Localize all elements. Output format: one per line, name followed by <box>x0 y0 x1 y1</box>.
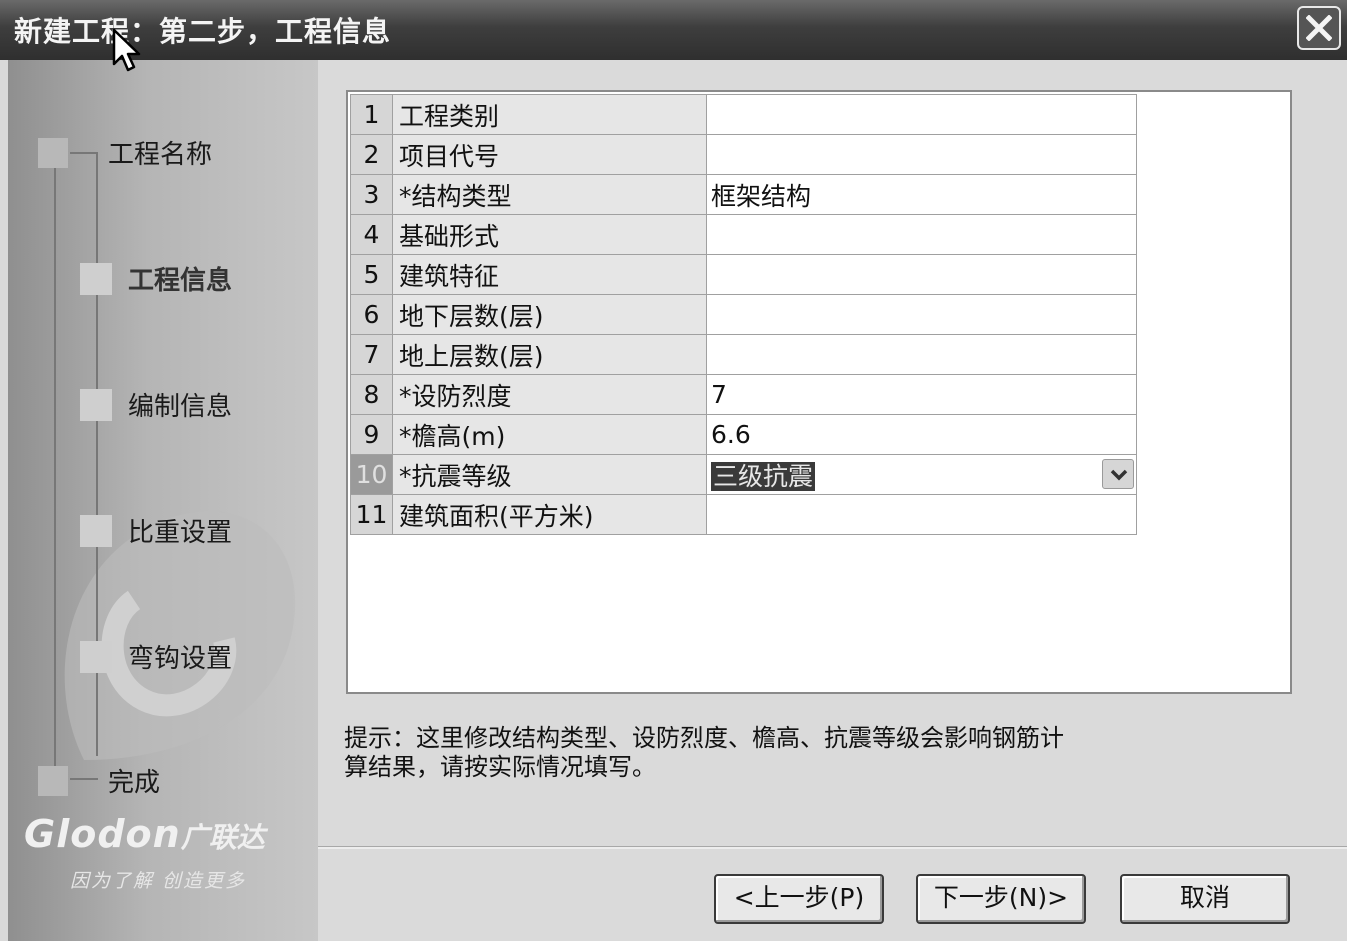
property-value-cell[interactable] <box>706 494 1137 535</box>
property-name: 地下层数(层) <box>392 294 707 335</box>
step-marker <box>38 137 68 168</box>
content-area: 1 工程类别 2 项目代号 3 *结构类型 框架结构 4 基础形式 5 建筑特征 6 地下层数(层) 7 地… <box>318 60 1347 941</box>
step-project-info: 工程信息 <box>80 260 232 297</box>
separator <box>318 846 1347 849</box>
glodon-logo: Glodon广联达 <box>24 812 265 856</box>
row-number: 9 <box>350 414 393 455</box>
row-number: 3 <box>350 174 393 215</box>
grid-row[interactable]: 7 地上层数(层) <box>350 334 1137 375</box>
step-marker <box>38 765 68 796</box>
property-value-cell[interactable] <box>706 294 1137 335</box>
property-value-cell[interactable]: 三级抗震 <box>706 454 1137 495</box>
hint-line-2: 算结果，请按实际情况填写。 <box>344 753 656 781</box>
row-number: 2 <box>350 134 393 175</box>
row-number: 5 <box>350 254 393 295</box>
next-button[interactable]: 下一步(N)> <box>916 874 1086 924</box>
property-name: 地上层数(层) <box>392 334 707 375</box>
dropdown-button[interactable] <box>1102 459 1134 489</box>
property-name: 建筑面积(平方米) <box>392 494 707 535</box>
slogan: 因为了解 创造更多 <box>70 870 247 892</box>
new-project-dialog: 新建工程：第二步，工程信息 工程名称 工程信息 编制信息 比重设置 弯钩设置 完… <box>0 0 1347 941</box>
property-name: *抗震等级 <box>392 454 707 495</box>
grid-row[interactable]: 11 建筑面积(平方米) <box>350 494 1137 535</box>
cancel-button[interactable]: 取消 <box>1120 874 1290 924</box>
property-name: 建筑特征 <box>392 254 707 295</box>
grid-row[interactable]: 4 基础形式 <box>350 214 1137 255</box>
row-number: 10 <box>350 454 393 495</box>
grid-row[interactable]: 6 地下层数(层) <box>350 294 1137 335</box>
property-value-cell[interactable] <box>706 94 1137 135</box>
property-value: 框架结构 <box>711 181 812 211</box>
step-compile-info: 编制信息 <box>80 386 232 423</box>
seismic-grade-value[interactable]: 三级抗震 <box>711 461 816 491</box>
property-value-cell[interactable]: 7 <box>706 374 1137 415</box>
close-button[interactable] <box>1297 6 1341 50</box>
step-marker <box>80 514 112 547</box>
property-value: 7 <box>711 380 727 409</box>
grid-row[interactable]: 8 *设防烈度 7 <box>350 374 1137 415</box>
step-marker <box>80 388 112 421</box>
step-label: 比重设置 <box>128 518 233 548</box>
property-name: *结构类型 <box>392 174 707 215</box>
property-value-cell[interactable] <box>706 334 1137 375</box>
row-number: 4 <box>350 214 393 255</box>
wizard-steps-sidebar: 工程名称 工程信息 编制信息 比重设置 弯钩设置 完成 Glodon广联达 因为… <box>8 60 318 941</box>
logo-text: Glodon <box>24 812 181 856</box>
hint-line-1: 提示：这里修改结构类型、设防烈度、檐高、抗震等级会影响钢筋计 <box>344 724 1064 752</box>
title-bar[interactable]: 新建工程：第二步，工程信息 <box>0 0 1347 60</box>
row-number: 1 <box>350 94 393 135</box>
tree-line-outer <box>54 168 56 780</box>
step-label: 编制信息 <box>128 392 233 422</box>
logo-cn-text: 广联达 <box>180 821 265 854</box>
mouse-cursor-icon <box>112 28 141 72</box>
grid-row[interactable]: 2 项目代号 <box>350 134 1137 175</box>
step-project-name: 工程名称 <box>38 134 212 171</box>
property-grid-panel[interactable]: 1 工程类别 2 项目代号 3 *结构类型 框架结构 4 基础形式 5 建筑特征 6 地下层数(层) 7 地… <box>346 90 1292 694</box>
step-label: 完成 <box>108 768 161 798</box>
grid-row[interactable]: 9 *檐高(m) 6.6 <box>350 414 1137 455</box>
grid-row[interactable]: 5 建筑特征 <box>350 254 1137 295</box>
row-number: 11 <box>350 494 393 535</box>
property-name: 项目代号 <box>392 134 707 175</box>
property-value: 6.6 <box>711 420 751 449</box>
property-name: *檐高(m) <box>392 414 707 455</box>
hint-text: 提示：这里修改结构类型、设防烈度、檐高、抗震等级会影响钢筋计 算结果，请按实际情… <box>344 724 1174 782</box>
close-icon <box>1306 15 1332 41</box>
window-title: 新建工程：第二步，工程信息 <box>14 15 392 48</box>
row-number: 6 <box>350 294 393 335</box>
chevron-down-icon <box>1110 469 1128 481</box>
step-hook-settings: 弯钩设置 <box>80 638 232 675</box>
step-weight-settings: 比重设置 <box>80 512 232 549</box>
row-number: 8 <box>350 374 393 415</box>
step-label: 弯钩设置 <box>128 644 233 674</box>
property-name: 工程类别 <box>392 94 707 135</box>
grid-row[interactable]: 3 *结构类型 框架结构 <box>350 174 1137 215</box>
property-value-cell[interactable] <box>706 254 1137 295</box>
prev-button[interactable]: <上一步(P) <box>714 874 884 924</box>
property-value-cell[interactable] <box>706 214 1137 255</box>
property-name: *设防烈度 <box>392 374 707 415</box>
property-grid: 1 工程类别 2 项目代号 3 *结构类型 框架结构 4 基础形式 5 建筑特征 6 地下层数(层) 7 地… <box>350 94 1137 535</box>
property-value-cell[interactable] <box>706 134 1137 175</box>
grid-row[interactable]: 10 *抗震等级 三级抗震 <box>350 454 1137 495</box>
step-marker <box>80 262 112 295</box>
grid-row[interactable]: 1 工程类别 <box>350 94 1137 135</box>
row-number: 7 <box>350 334 393 375</box>
property-name: 基础形式 <box>392 214 707 255</box>
step-finish: 完成 <box>38 762 160 799</box>
step-marker <box>80 640 112 673</box>
property-value-cell[interactable]: 6.6 <box>706 414 1137 455</box>
step-label: 工程名称 <box>108 140 213 170</box>
step-label-current: 工程信息 <box>128 266 233 296</box>
property-value-cell[interactable]: 框架结构 <box>706 174 1137 215</box>
